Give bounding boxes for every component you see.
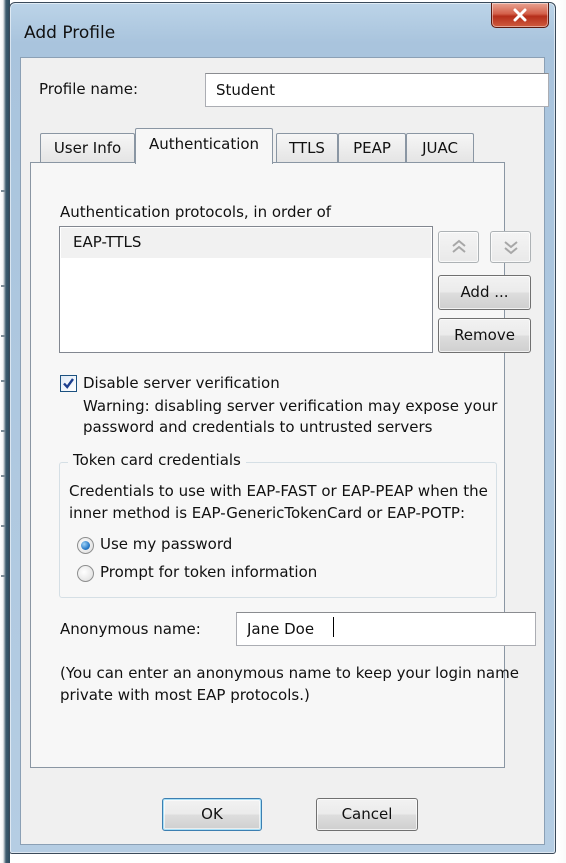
disable-server-verification-checkbox[interactable] <box>60 375 77 392</box>
cancel-button[interactable]: Cancel <box>316 798 418 831</box>
desktop-edge-mark <box>1 285 5 287</box>
profile-name-input[interactable] <box>205 73 549 107</box>
profile-name-label: Profile name: <box>39 80 139 98</box>
desktop-edge-mark <box>1 380 5 382</box>
verification-warning-line1: Warning: disabling server verification m… <box>83 397 498 415</box>
double-chevron-up-icon <box>451 239 466 253</box>
anonymous-name-input[interactable] <box>236 612 536 646</box>
tab-ttls[interactable]: TTLS <box>276 133 338 163</box>
anonymous-hint-line1: (You can enter an anonymous name to keep… <box>60 664 519 682</box>
move-down-button[interactable] <box>490 231 531 263</box>
protocols-label: Authentication protocols, in order of <box>60 203 332 221</box>
use-password-label[interactable]: Use my password <box>100 535 232 553</box>
tab-authentication[interactable]: Authentication <box>135 128 273 164</box>
prompt-token-radio[interactable] <box>77 565 94 582</box>
token-description-line1: Credentials to use with EAP-FAST or EAP-… <box>69 482 488 500</box>
desktop-edge-mark <box>1 525 5 527</box>
tab-user-info[interactable]: User Info <box>40 133 135 163</box>
double-chevron-down-icon <box>503 241 518 255</box>
window-title: Add Profile <box>24 23 116 43</box>
desktop-edge-mark <box>1 190 5 192</box>
checkmark-icon <box>63 378 74 389</box>
move-up-button[interactable] <box>438 231 479 263</box>
text-caret <box>333 617 334 637</box>
ok-button[interactable]: OK <box>162 798 262 831</box>
prompt-token-label[interactable]: Prompt for token information <box>100 563 317 581</box>
tab-juac[interactable]: JUAC <box>406 133 474 163</box>
desktop-background-right <box>557 0 566 863</box>
desktop-edge-mark <box>1 575 5 577</box>
token-description-line2: inner method is EAP-GenericTokenCard or … <box>69 504 466 522</box>
desktop-edge-mark <box>1 430 5 432</box>
title-bar[interactable]: Add Profile <box>10 3 555 59</box>
close-button[interactable] <box>491 3 549 28</box>
verification-warning-line2: password and credentials to untrusted se… <box>83 418 433 436</box>
remove-protocol-button[interactable]: Remove <box>438 318 531 353</box>
tab-peap[interactable]: PEAP <box>338 133 406 163</box>
add-protocol-button[interactable]: Add ... <box>438 275 531 310</box>
disable-server-verification-label: Disable server verification <box>83 374 280 392</box>
radio-selected-dot <box>81 541 90 550</box>
close-icon <box>513 8 527 22</box>
protocols-listbox[interactable]: EAP-TTLS <box>59 226 433 353</box>
desktop-edge-mark <box>1 335 5 337</box>
anonymous-hint-line2: private with most EAP protocols.) <box>60 686 310 704</box>
list-item[interactable]: EAP-TTLS <box>61 228 431 258</box>
use-password-radio[interactable] <box>77 537 94 554</box>
anonymous-name-label: Anonymous name: <box>60 620 201 638</box>
desktop-edge-mark <box>1 475 5 477</box>
token-card-group-label: Token card credentials <box>68 451 246 469</box>
